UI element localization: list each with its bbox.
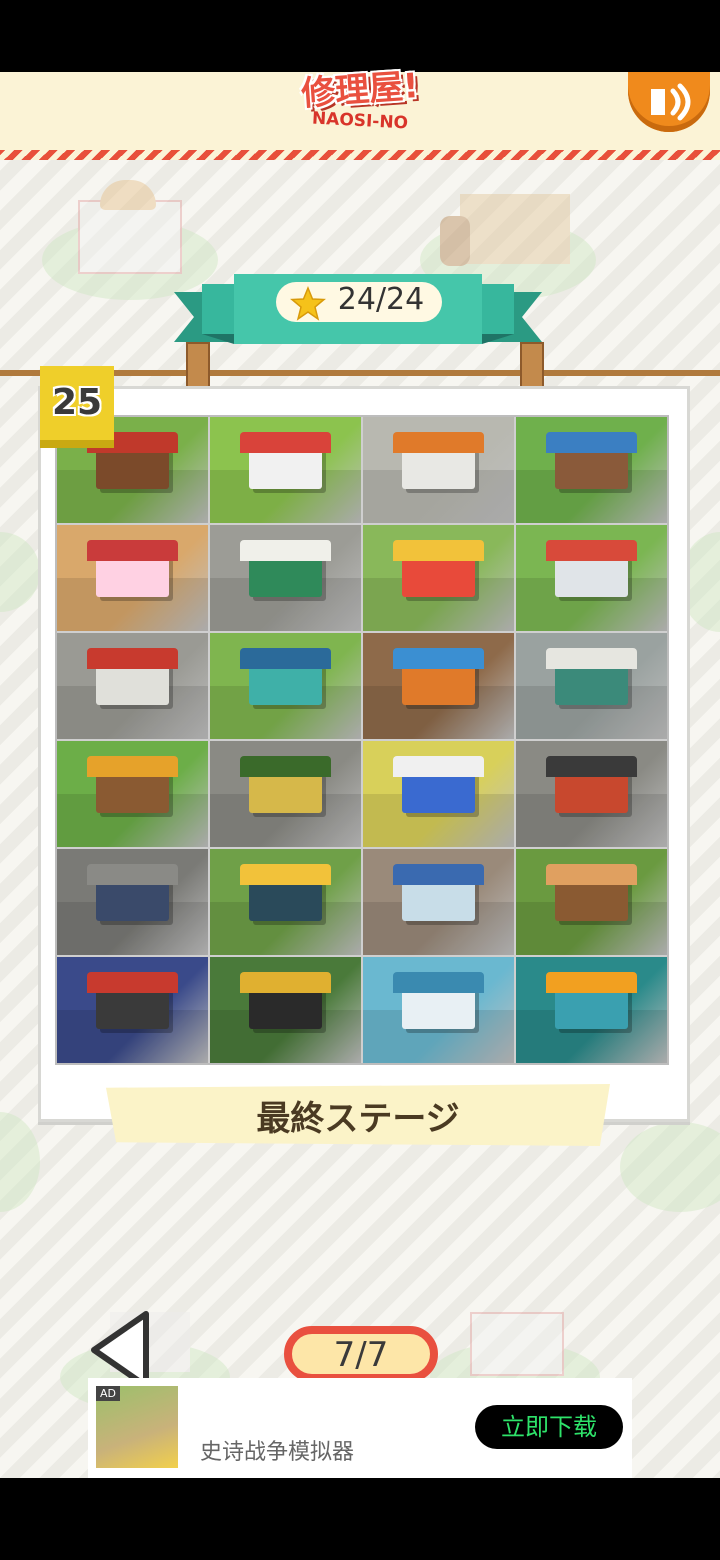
tile-building-roof (546, 431, 637, 454)
tile-building-body (555, 986, 628, 1030)
tile-building-roof (87, 539, 178, 562)
ad-title[interactable]: 史诗战争模拟器 (200, 1434, 354, 1466)
tile-building-body (555, 770, 628, 814)
gas-station-building[interactable] (363, 417, 514, 523)
stage-title: 最終ステージ (256, 1098, 460, 1139)
tile-building-roof (87, 971, 178, 994)
cinema-building[interactable] (57, 957, 208, 1063)
market-stall-building[interactable] (363, 633, 514, 739)
tile-building-roof (87, 647, 178, 670)
tile-building-body (96, 770, 169, 814)
flower-shop-building[interactable] (210, 525, 361, 631)
tile-building-body (402, 554, 475, 598)
stage-number-badge: 25 (40, 366, 114, 448)
sushi-building[interactable] (516, 849, 667, 955)
burger-shop-building[interactable] (210, 417, 361, 523)
cafe-building[interactable] (516, 741, 667, 847)
star-count-label: 24/24 (337, 282, 425, 317)
tile-building-body (249, 446, 322, 490)
page-indicator: 7/7 (284, 1326, 438, 1382)
tile-building-roof (546, 647, 637, 670)
tile-building-body (249, 878, 322, 922)
tile-building-roof (546, 539, 637, 562)
tile-building-body (555, 878, 628, 922)
tile-building-roof (240, 431, 331, 454)
tile-building-body (96, 554, 169, 598)
tile-building-roof (393, 755, 484, 778)
tile-building-body (249, 770, 322, 814)
tile-building-body (555, 554, 628, 598)
tile-building-body (402, 878, 475, 922)
tile-building-roof (546, 863, 637, 886)
ad-download-button[interactable]: 立即下载 (475, 1405, 623, 1449)
tile-building-body (249, 554, 322, 598)
tile-building-body (555, 446, 628, 490)
ufo-catcher-building[interactable] (57, 525, 208, 631)
christmas-house-building[interactable] (516, 417, 667, 523)
tile-building-roof (240, 539, 331, 562)
tile-building-roof (393, 863, 484, 886)
tile-building-roof (240, 863, 331, 886)
circus-tent-building[interactable] (363, 525, 514, 631)
background-left-lower-decoration (0, 1072, 40, 1222)
tile-building-body (96, 446, 169, 490)
tile-building-body (96, 986, 169, 1030)
ad-tag: AD (96, 1386, 120, 1401)
farm-building[interactable] (363, 741, 514, 847)
tile-building-roof (240, 971, 331, 994)
tile-building-body (402, 446, 475, 490)
tile-building-roof (393, 431, 484, 454)
milk-barn-building[interactable] (57, 741, 208, 847)
tile-building-body (402, 986, 475, 1030)
building-grid[interactable] (55, 415, 669, 1065)
tile-building-body (249, 986, 322, 1030)
tile-building-roof (393, 971, 484, 994)
stage-title-banner: 最終ステージ (106, 1084, 610, 1146)
record-shop-building[interactable] (210, 957, 361, 1063)
speaker-icon (651, 83, 691, 121)
tile-building-roof (240, 647, 331, 670)
tile-building-roof (393, 539, 484, 562)
post-office-building[interactable] (57, 633, 208, 739)
tile-building-roof (546, 755, 637, 778)
ad-banner[interactable]: AD 史诗战争模拟器 立即下载 (88, 1378, 632, 1478)
tile-building-roof (393, 647, 484, 670)
bank-building[interactable] (363, 849, 514, 955)
tile-building-roof (240, 755, 331, 778)
tile-building-roof (87, 863, 178, 886)
tile-building-body (402, 662, 475, 706)
factory-building[interactable] (210, 633, 361, 739)
ship-building[interactable] (516, 957, 667, 1063)
tile-building-body (96, 662, 169, 706)
tile-building-body (555, 662, 628, 706)
green-roof-shop-building[interactable] (516, 633, 667, 739)
tile-building-body (96, 878, 169, 922)
tile-building-body (249, 662, 322, 706)
star-icon (290, 286, 326, 321)
tile-building-roof (546, 971, 637, 994)
background-left-building-decoration (0, 492, 40, 632)
ad-thumbnail-image[interactable]: AD (96, 1386, 178, 1468)
police-station-building[interactable] (57, 849, 208, 955)
navigation-bar (0, 1478, 720, 1560)
aquarium-building[interactable] (363, 957, 514, 1063)
tile-building-body (402, 770, 475, 814)
food-truck-building[interactable] (516, 525, 667, 631)
bakery-building[interactable] (210, 741, 361, 847)
ramen-building[interactable] (210, 849, 361, 955)
tile-building-roof (87, 755, 178, 778)
